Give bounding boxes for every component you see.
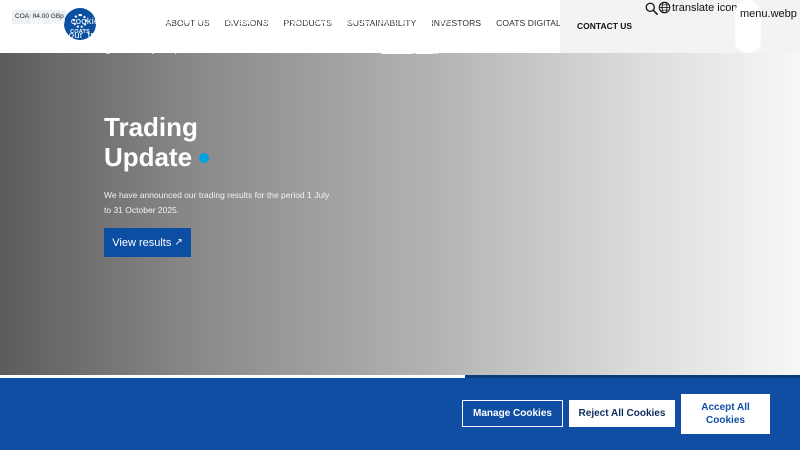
menu-icon-alt-text[interactable]: menu.webp (740, 8, 797, 20)
translate-button[interactable]: translate icon (658, 1, 737, 14)
translate-label: translate icon (672, 1, 738, 14)
search-icon[interactable] (645, 2, 658, 15)
globe-icon (658, 1, 671, 14)
cookie-policy-link[interactable]: cookie policy (381, 44, 437, 55)
view-results-label: View results (112, 236, 172, 249)
manage-cookies-button[interactable]: Manage Cookies (462, 400, 563, 427)
cookie-message-end: . (437, 44, 441, 55)
hero-title-line2: Update (104, 142, 193, 172)
hero-title-line1: Trading (104, 112, 198, 142)
cookie-message: We use cookies to personalise content an… (30, 15, 448, 57)
accent-dot (199, 153, 209, 163)
contact-us-link[interactable]: CONTACT US (577, 21, 632, 31)
hero-description: We have announced our trading results fo… (104, 190, 330, 215)
cookie-banner (0, 378, 800, 450)
view-results-button[interactable]: View results ↗ (104, 228, 191, 257)
nav-coats-digital[interactable]: COATS DIGITAL (489, 18, 569, 28)
reject-all-cookies-button[interactable]: Reject All Cookies (569, 400, 675, 427)
accept-all-cookies-button[interactable]: Accept All Cookies (681, 394, 770, 434)
external-arrow-icon: ↗ (174, 237, 183, 248)
